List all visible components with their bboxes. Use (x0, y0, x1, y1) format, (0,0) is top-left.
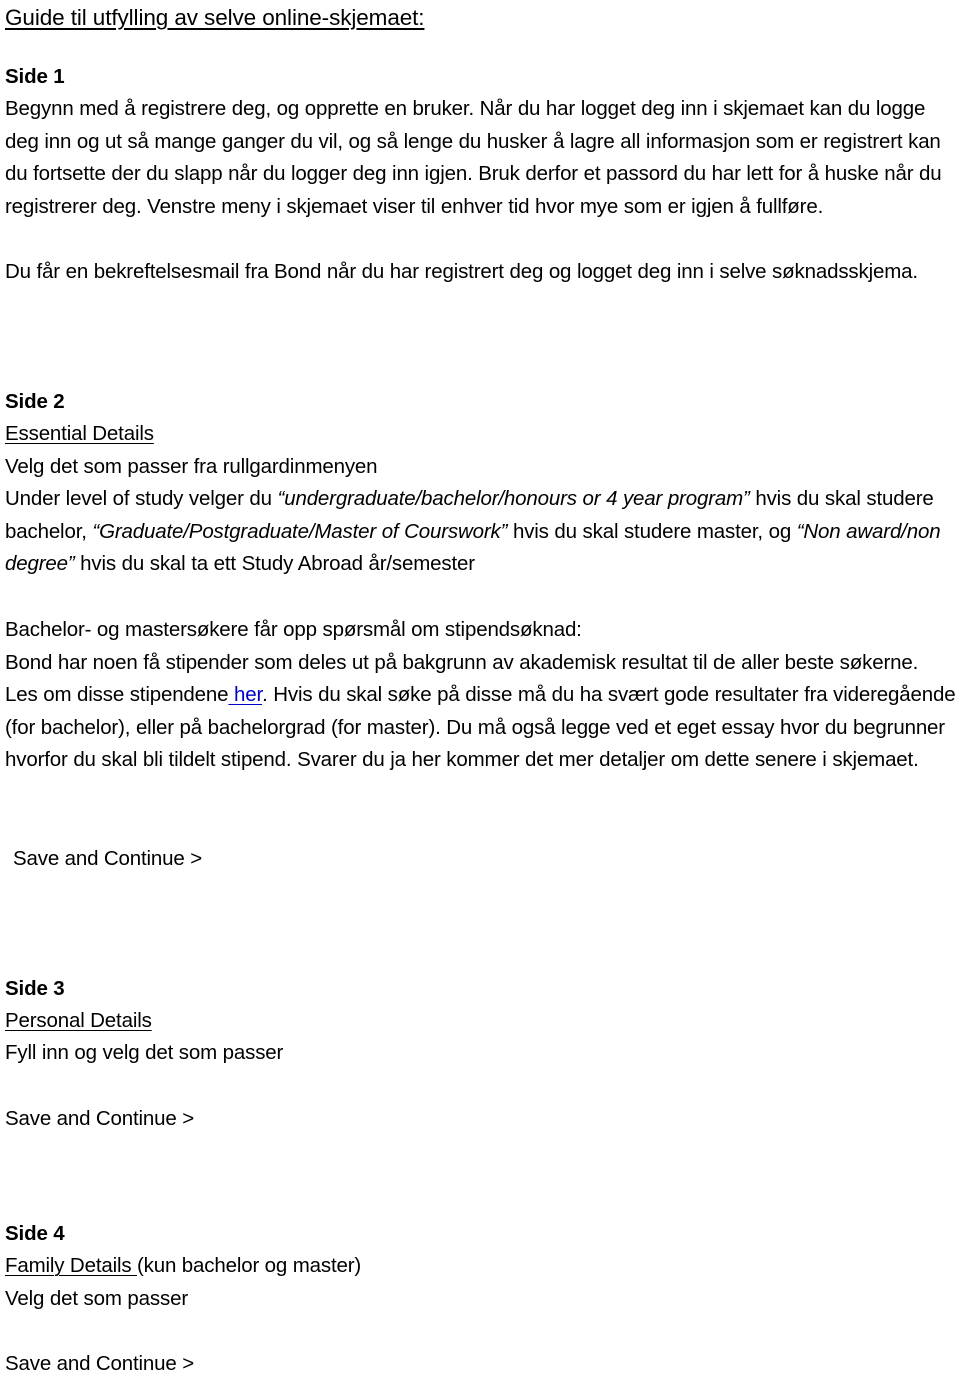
level-of-study-option-1: “undergraduate/bachelor/honours or 4 yea… (277, 487, 750, 511)
level-of-study-tail: hvis du skal ta ett Study Abroad år/seme… (74, 552, 475, 576)
scholarship-heading: Bachelor- og mastersøkere får opp spørsm… (5, 617, 582, 641)
instruction-family-details: Velg det som passer (5, 1286, 189, 1310)
subheading-family-details-text: Family Details (5, 1254, 138, 1278)
level-of-study-mid-2: hvis du skal studere master, og (507, 519, 797, 543)
section-heading-side-2: Side 2 (5, 389, 65, 413)
page-title-text: Guide til utfylling av selve online-skje… (5, 5, 425, 30)
subheading-family-details: Family Details (kun bachelor og master) (5, 1250, 956, 1283)
scholarship-body: Bond har noen få stipender som deles ut … (5, 647, 956, 777)
section-heading-side-4: Side 4 (5, 1222, 65, 1246)
level-of-study-paragraph: Under level of study velger du “undergra… (5, 483, 956, 581)
section-heading-side-3: Side 3 (5, 976, 65, 1000)
section-body-side-1-paragraph-1: Begynn med å registrere deg, og opprette… (5, 97, 942, 218)
save-and-continue-button-side-4[interactable]: Save and Continue > (5, 1348, 956, 1381)
subheading-essential-details-text: Essential Details (5, 421, 154, 445)
instruction-personal-details: Fyll inn og velg det som passer (5, 1041, 284, 1065)
page-title: Guide til utfylling av selve online-skje… (5, 0, 956, 34)
section-body-side-1-paragraph-2: Du får en bekreftelsesmail fra Bond når … (5, 260, 918, 284)
section-heading-side-1: Side 1 (5, 65, 65, 88)
level-of-study-option-2: “Graduate/Postgraduate/Master of Courswo… (92, 519, 508, 543)
scholarship-link-her[interactable]: her (228, 683, 262, 706)
subheading-personal-details-text: Personal Details (5, 1008, 152, 1032)
subheading-family-details-note: (kun bachelor og master) (137, 1254, 362, 1278)
subheading-essential-details: Essential Details (5, 418, 956, 451)
document-page: Guide til utfylling av selve online-skje… (0, 0, 960, 1375)
subheading-personal-details: Personal Details (5, 1005, 956, 1038)
save-and-continue-button-side-3[interactable]: Save and Continue > (5, 1103, 956, 1136)
instruction-essential-details: Velg det som passer fra rullgardinmenyen (5, 454, 378, 478)
level-of-study-lead: Under level of study velger du (5, 487, 278, 511)
save-and-continue-button-side-2[interactable]: Save and Continue > (5, 843, 956, 876)
